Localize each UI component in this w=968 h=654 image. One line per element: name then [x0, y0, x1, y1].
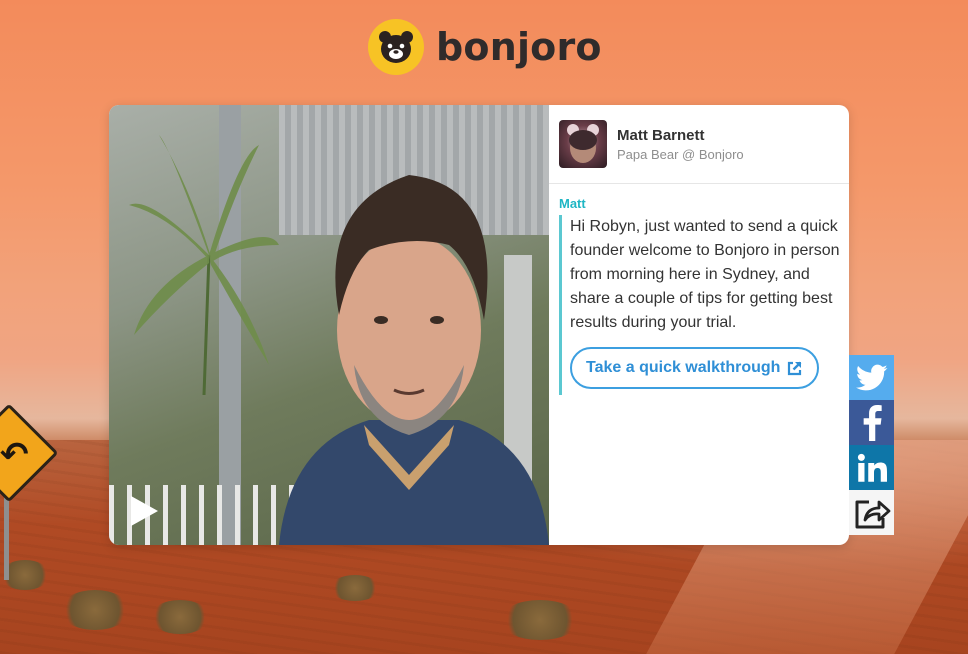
external-link-icon — [788, 361, 802, 375]
walkthrough-button[interactable]: Take a quick walkthrough — [570, 347, 820, 389]
walkthrough-button-label: Take a quick walkthrough — [586, 359, 781, 376]
facebook-share-button[interactable] — [849, 400, 894, 445]
message-text: Hi Robyn, just wanted to send a quick fo… — [570, 218, 840, 331]
facebook-icon — [863, 404, 882, 441]
bear-face-icon — [368, 19, 424, 75]
avatar — [559, 120, 607, 168]
video-background-palm — [129, 135, 279, 395]
sender-profile: Matt Barnett Papa Bear @ Bonjoro — [549, 105, 849, 184]
message-author: Matt — [559, 196, 586, 211]
message-block: Matt Hi Robyn, just wanted to send a qui… — [549, 184, 849, 395]
brand-name: bonjoro — [436, 25, 602, 69]
video-player[interactable] — [109, 105, 549, 545]
video-message-card: Matt Barnett Papa Bear @ Bonjoro Matt Hi… — [109, 105, 849, 545]
linkedin-share-button[interactable] — [849, 445, 894, 490]
message-body: Hi Robyn, just wanted to send a quick fo… — [559, 215, 841, 395]
video-person — [279, 175, 549, 545]
shrub — [500, 600, 580, 640]
share-icon — [855, 500, 890, 528]
shrub — [150, 600, 210, 634]
twitter-icon — [855, 364, 887, 390]
share-bar — [849, 355, 894, 535]
shrub — [330, 575, 380, 601]
sender-title: Papa Bear @ Bonjoro — [617, 146, 744, 162]
share-button[interactable] — [849, 490, 894, 535]
curve-arrow-icon: ↶ — [0, 435, 29, 475]
twitter-share-button[interactable] — [849, 355, 894, 400]
message-panel: Matt Barnett Papa Bear @ Bonjoro Matt Hi… — [549, 105, 849, 545]
play-icon[interactable] — [127, 493, 161, 529]
shrub — [60, 590, 130, 630]
brand-header: bonjoro — [368, 18, 602, 76]
sender-name: Matt Barnett — [617, 126, 705, 144]
linkedin-icon — [857, 453, 887, 482]
